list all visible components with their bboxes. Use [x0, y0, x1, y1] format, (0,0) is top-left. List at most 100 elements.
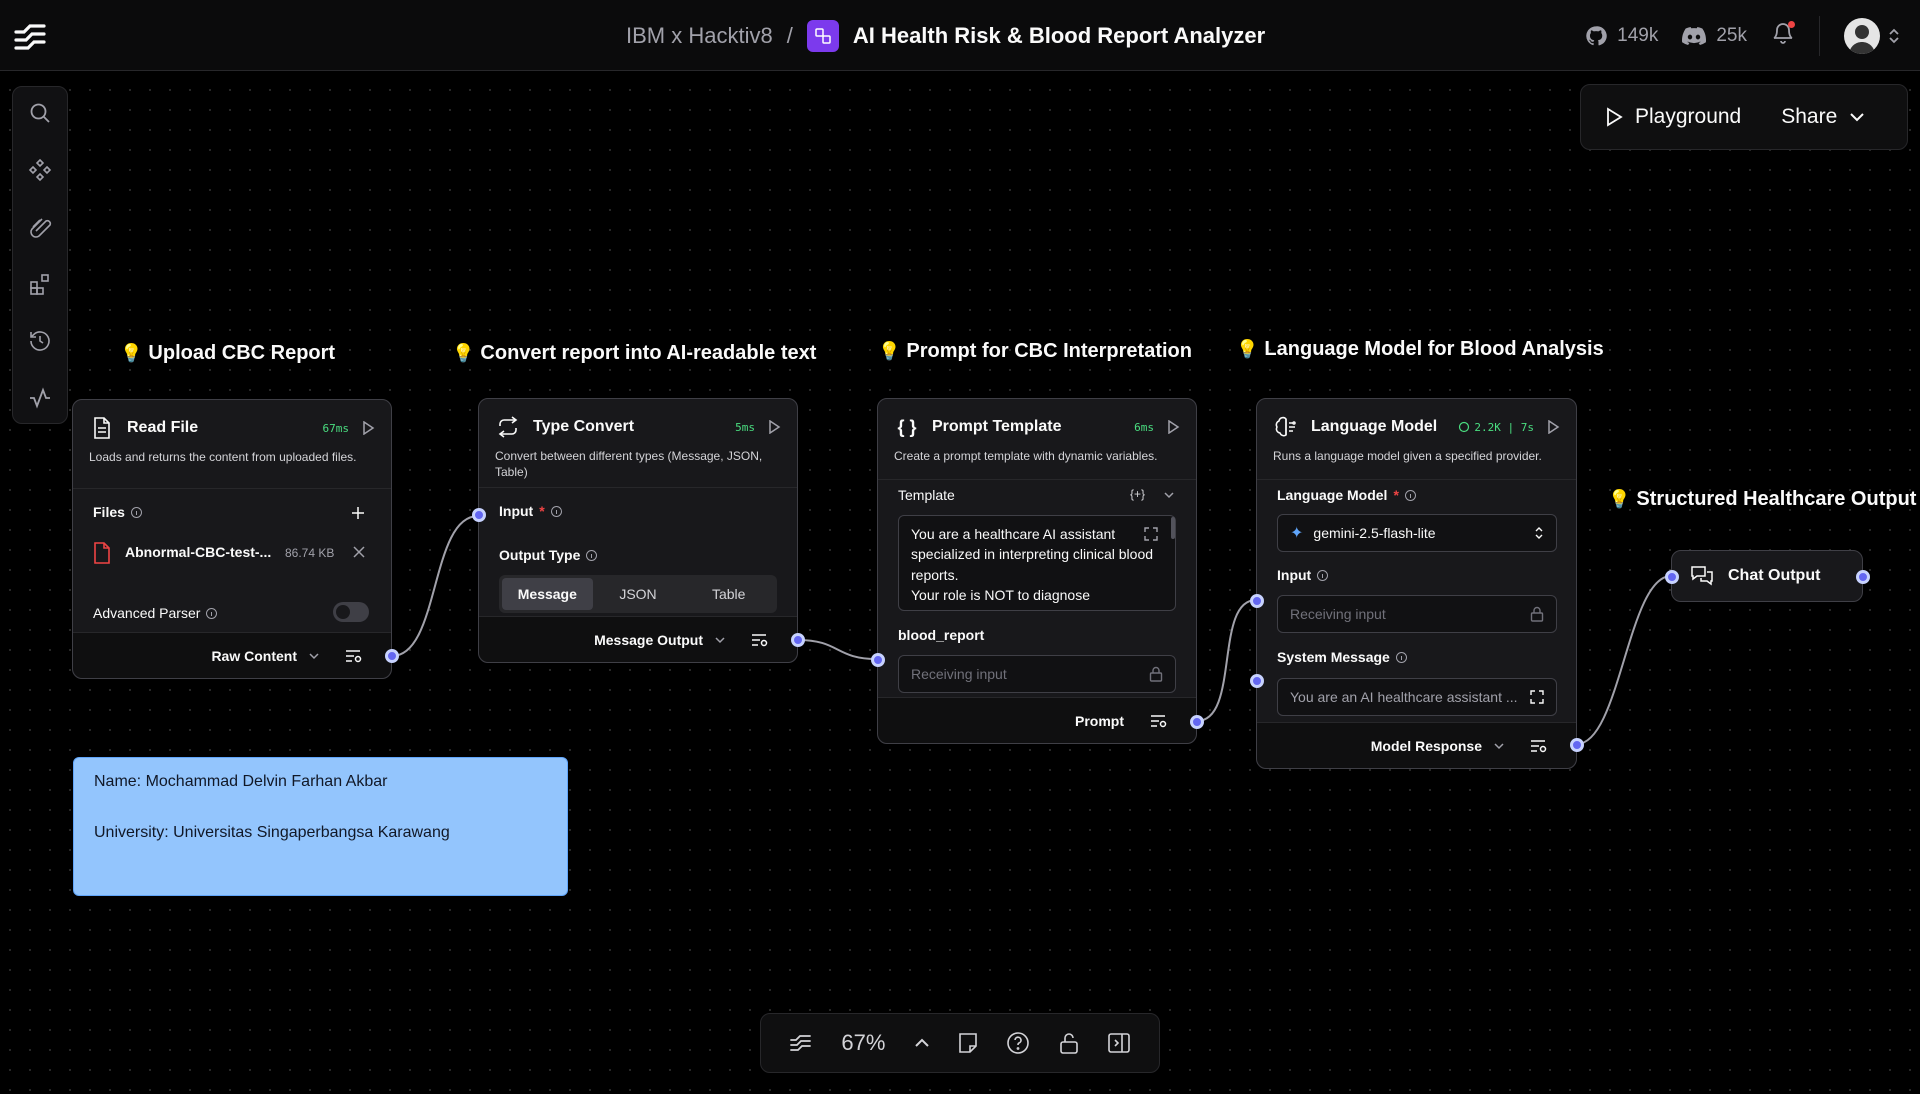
run-icon[interactable]: [1166, 420, 1180, 434]
model-value: gemini-2.5-flash-lite: [1313, 525, 1436, 541]
node-footer: Raw Content: [73, 632, 391, 678]
input-handle[interactable]: [472, 508, 486, 522]
discord-members: 25k: [1716, 25, 1747, 46]
input-label: Input: [1277, 567, 1329, 583]
breadcrumb-separator: /: [786, 23, 793, 48]
advanced-parser-toggle[interactable]: [333, 602, 369, 622]
share-button[interactable]: Share: [1781, 105, 1865, 129]
inspect-output-icon[interactable]: [1150, 714, 1168, 728]
chevron-up-icon: [914, 1038, 929, 1047]
langflow-logo-icon[interactable]: [12, 18, 48, 54]
input-label: Input *: [499, 503, 562, 519]
chevron-down-icon[interactable]: [1494, 742, 1504, 750]
template-textarea[interactable]: You are a healthcare AI assistant specia…: [898, 515, 1176, 611]
option-json[interactable]: JSON: [593, 578, 684, 610]
note-upload[interactable]: 💡 Upload CBC Report: [120, 342, 335, 365]
input-handle[interactable]: [871, 653, 885, 667]
edge-typeconvert-prompt: [797, 639, 878, 660]
help-button[interactable]: [1006, 1025, 1030, 1061]
node-chat-output[interactable]: Chat Output: [1665, 550, 1870, 602]
sticky-note[interactable]: Name: Mochammad Delvin Farhan Akbar Univ…: [73, 757, 568, 896]
note-convert[interactable]: 💡 Convert report into AI-readable text: [452, 342, 816, 365]
output-label[interactable]: Message Output: [594, 632, 703, 648]
bulb-icon: 💡: [452, 343, 475, 363]
fit-view-button[interactable]: [789, 1025, 813, 1061]
node-prompt-template[interactable]: { } Prompt Template 6ms Create a prompt …: [871, 398, 1204, 744]
system-message-field[interactable]: You are an AI healthcare assistant ...: [1277, 678, 1557, 716]
bulb-icon: 💡: [120, 343, 143, 363]
scrollbar[interactable]: [1171, 517, 1175, 539]
add-file-icon[interactable]: [351, 506, 365, 520]
breadcrumb-org[interactable]: IBM x Hacktiv8: [626, 23, 773, 49]
add-note-button[interactable]: [958, 1025, 978, 1061]
search-button[interactable]: [22, 95, 58, 131]
top-bar: IBM x Hacktiv8 / AI Health Risk & Blood …: [0, 0, 1920, 71]
note-output[interactable]: 💡 Structured Healthcare Output: [1608, 488, 1916, 511]
node-type-convert[interactable]: Type Convert 5ms Convert between differe…: [472, 398, 805, 663]
traces-button[interactable]: [22, 380, 58, 416]
file-text-icon: [89, 415, 115, 441]
components-button[interactable]: [22, 152, 58, 188]
toggle-panel-button[interactable]: [1107, 1025, 1131, 1061]
system-message-value: You are an AI healthcare assistant ...: [1290, 689, 1518, 705]
option-table[interactable]: Table: [683, 578, 774, 610]
system-message-handle[interactable]: [1250, 674, 1264, 688]
output-handle[interactable]: [791, 633, 805, 647]
input-field[interactable]: Receiving input: [1277, 595, 1557, 633]
node-title: Language Model: [1311, 418, 1438, 435]
remove-file-icon[interactable]: [353, 546, 365, 558]
info-icon: [1317, 569, 1329, 581]
output-handle[interactable]: [1190, 715, 1204, 729]
github-link[interactable]: 149k: [1585, 25, 1658, 47]
note-text: Prompt for CBC Interpretation: [906, 340, 1192, 362]
bundles-button[interactable]: [22, 209, 58, 245]
output-label[interactable]: Raw Content: [211, 648, 297, 664]
notifications-button[interactable]: [1771, 21, 1795, 51]
expand-icon[interactable]: [1530, 690, 1544, 704]
discord-link[interactable]: 25k: [1682, 25, 1747, 47]
node-language-model[interactable]: Language Model 2.2K | 7s Runs a language…: [1250, 398, 1584, 769]
output-label[interactable]: Model Response: [1371, 738, 1482, 754]
inspect-output-icon[interactable]: [345, 649, 363, 663]
zoom-level[interactable]: 67%: [841, 1025, 885, 1061]
output-label[interactable]: Prompt: [1075, 713, 1124, 729]
note-text: Language Model for Blood Analysis: [1264, 338, 1604, 360]
model-select[interactable]: ✦ gemini-2.5-flash-lite: [1277, 514, 1557, 552]
expand-icon[interactable]: [1144, 527, 1158, 541]
variables-icon[interactable]: {+}: [1130, 487, 1145, 501]
inspect-output-icon[interactable]: [751, 633, 769, 647]
blood-report-input[interactable]: Receiving input: [898, 655, 1176, 693]
run-icon[interactable]: [361, 421, 375, 435]
lock-canvas-button[interactable]: [1059, 1025, 1079, 1061]
output-type-selector: Message JSON Table: [499, 575, 777, 613]
node-read-file[interactable]: Read File 67ms Loads and returns the con…: [72, 399, 399, 679]
zoom-menu-button[interactable]: [914, 1025, 930, 1061]
chevron-down-icon[interactable]: [309, 652, 319, 660]
run-icon[interactable]: [767, 420, 781, 434]
output-handle[interactable]: [385, 649, 399, 663]
input-handle[interactable]: [1250, 594, 1264, 608]
file-name[interactable]: Abnormal-CBC-test-...: [125, 544, 271, 560]
inspect-output-icon[interactable]: [1530, 739, 1548, 753]
edge-prompt-llm: [1196, 599, 1257, 722]
note-text: Upload CBC Report: [148, 342, 336, 364]
edge-readfile-typeconvert: [391, 515, 479, 657]
note-llm[interactable]: 💡 Language Model for Blood Analysis: [1236, 338, 1604, 361]
output-handle[interactable]: [1856, 570, 1870, 584]
flow-name[interactable]: AI Health Risk & Blood Report Analyzer: [853, 23, 1265, 49]
bulb-icon: 💡: [1608, 489, 1631, 509]
blood-report-label: blood_report: [898, 627, 985, 643]
run-icon[interactable]: [1546, 420, 1560, 434]
note-prompt[interactable]: 💡 Prompt for CBC Interpretation: [878, 340, 1192, 363]
playground-button[interactable]: Playground: [1605, 105, 1741, 129]
account-menu[interactable]: [1844, 18, 1900, 54]
discord-icon: [1682, 27, 1707, 45]
history-button[interactable]: [22, 323, 58, 359]
input-handle[interactable]: [1665, 570, 1679, 584]
chevron-down-icon[interactable]: [1164, 491, 1174, 499]
chevron-down-icon[interactable]: [715, 636, 725, 644]
option-message[interactable]: Message: [502, 578, 593, 610]
store-button[interactable]: [22, 266, 58, 302]
output-handle[interactable]: [1570, 738, 1584, 752]
node-run-time: 6ms: [1134, 420, 1154, 434]
